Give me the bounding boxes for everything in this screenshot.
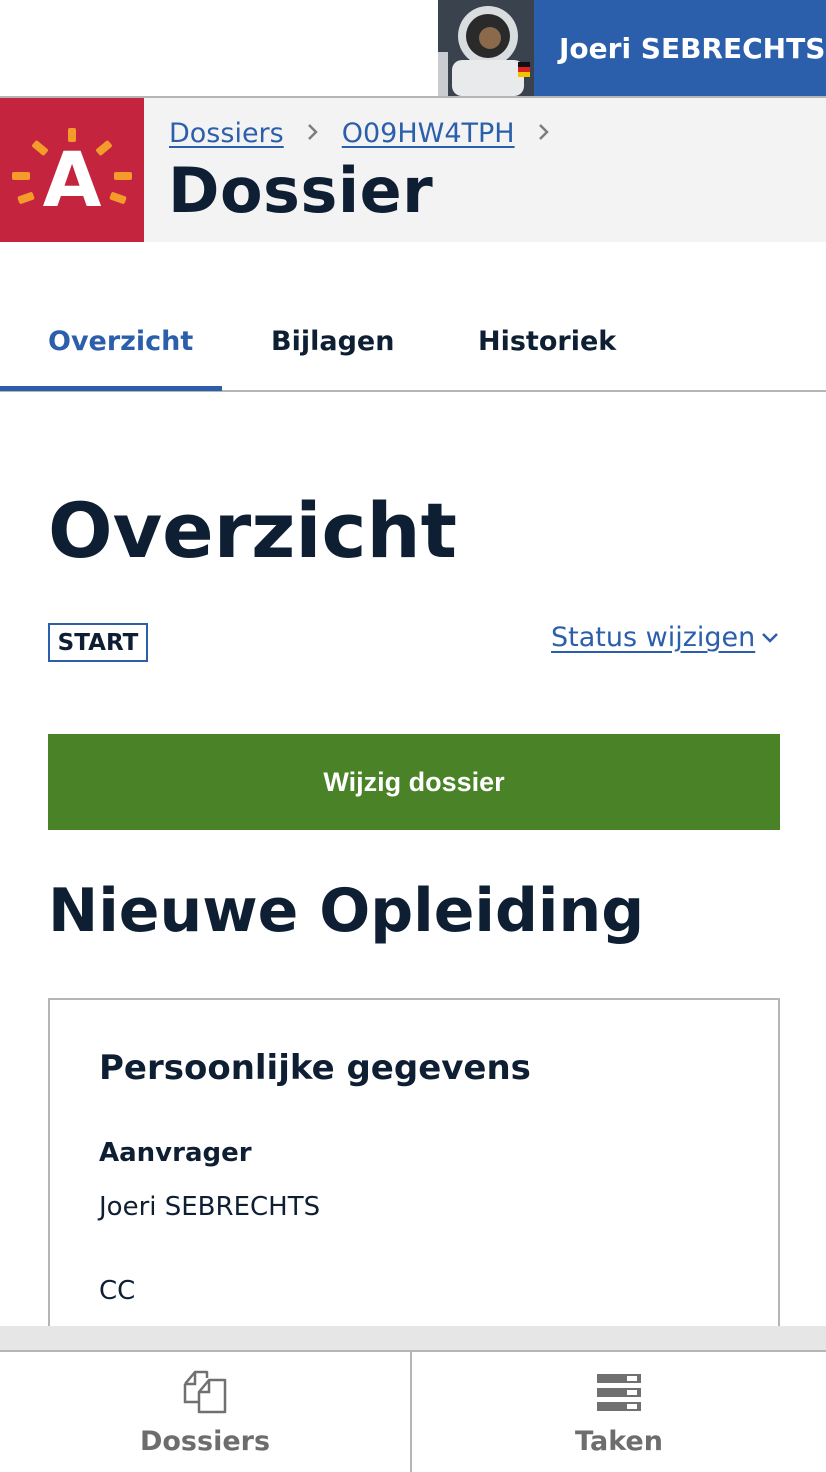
page-header: A Dossiers O09HW4TPH Dossier	[0, 98, 826, 242]
nav-dossiers[interactable]: Dossiers	[0, 1352, 412, 1472]
page-title: Dossier	[168, 154, 434, 227]
antwerpen-logo[interactable]: A	[0, 98, 144, 242]
nav-dossiers-label: Dossiers	[139, 1426, 271, 1457]
tab-overzicht[interactable]: Overzicht	[48, 292, 193, 390]
edit-dossier-button[interactable]: Wijzig dossier	[48, 734, 780, 830]
chevron-right-icon	[537, 118, 551, 149]
avatar[interactable]	[438, 0, 534, 96]
status-change-label: Status wijzigen	[551, 622, 756, 653]
svg-text:A: A	[43, 135, 102, 224]
status-badge: START	[48, 623, 148, 662]
breadcrumb: Dossiers O09HW4TPH	[169, 118, 573, 149]
section-heading: Overzicht	[48, 486, 457, 575]
cc-label: CC	[99, 1276, 136, 1306]
top-bar: Joeri SEBRECHTS	[0, 0, 826, 98]
chevron-down-icon	[762, 632, 779, 643]
logo-icon: A	[0, 98, 144, 242]
card-title: Persoonlijke gegevens	[99, 1048, 531, 1088]
astronaut-avatar-image	[438, 0, 534, 96]
applicant-label: Aanvrager	[99, 1138, 252, 1168]
bottom-navigation: Dossiers Taken	[0, 1350, 826, 1472]
applicant-value: Joeri SEBRECHTS	[99, 1192, 321, 1222]
breadcrumb-dossiers[interactable]: Dossiers	[169, 118, 284, 149]
scroll-shadow	[0, 1326, 826, 1350]
nav-taken[interactable]: Taken	[413, 1352, 825, 1472]
tab-historiek[interactable]: Historiek	[478, 292, 616, 390]
chevron-right-icon	[306, 118, 320, 149]
tab-bijlagen[interactable]: Bijlagen	[271, 292, 394, 390]
tasks-icon	[597, 1374, 641, 1411]
form-title: Nieuwe Opleiding	[48, 876, 645, 946]
nav-taken-label: Taken	[575, 1426, 663, 1457]
breadcrumb-dossier-id[interactable]: O09HW4TPH	[342, 118, 515, 149]
active-tab-indicator	[0, 386, 222, 391]
status-change-link[interactable]: Status wijzigen	[551, 622, 779, 653]
tab-bar: Overzicht Bijlagen Historiek	[0, 292, 826, 392]
user-menu-button[interactable]: Joeri SEBRECHTS	[534, 0, 826, 96]
documents-icon	[183, 1370, 227, 1414]
